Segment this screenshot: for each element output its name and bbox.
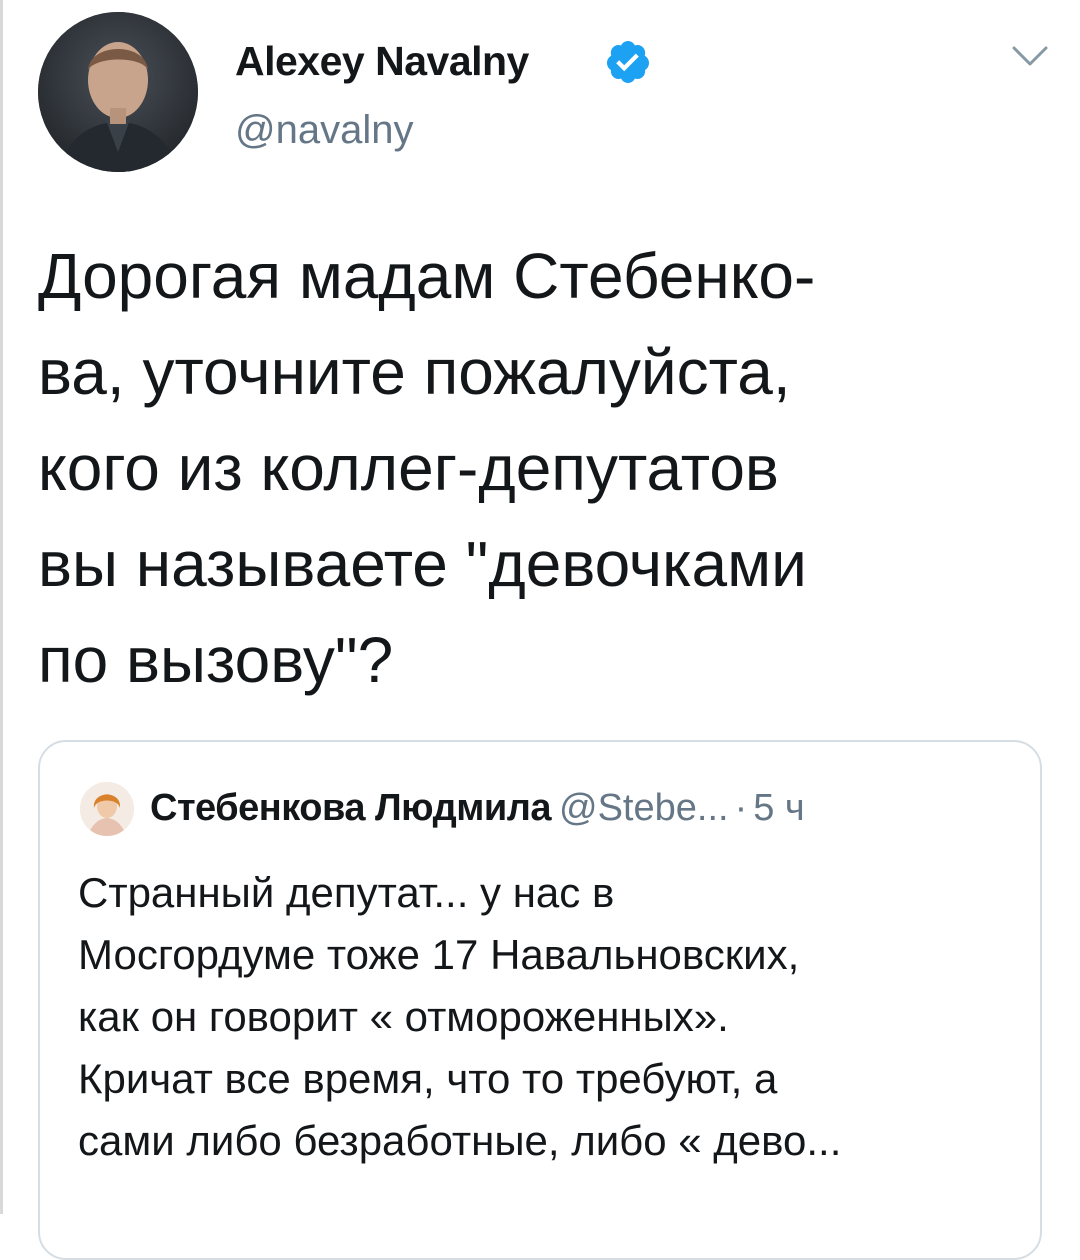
quoted-text-line: сами либо безработные, либо « дево... [78, 1117, 842, 1164]
quoted-timestamp[interactable]: 5 ч [753, 787, 805, 829]
quoted-text-line: Странный депутат... у нас в [78, 869, 615, 916]
tweet-text-line: Дорогая мадам Стебенко- [38, 240, 816, 312]
verified-badge-icon [606, 41, 649, 83]
tweet-text-line: кого из коллег-депутатов [38, 432, 779, 504]
quoted-avatar-image [80, 782, 134, 836]
quoted-tweet-text: Странный депутат... у нас в Мосгордуме т… [78, 862, 1018, 1172]
tweet-text-line: по вызову"? [38, 624, 394, 696]
separator-dot: · [734, 787, 748, 829]
quoted-tweet-card[interactable]: Стебенкова Людмила @Stebe... · 5 ч Странный… [38, 740, 1042, 1260]
quoted-text-line: Мосгордуме тоже 17 Навальновских, [78, 931, 800, 978]
avatar-image [38, 12, 198, 172]
chevron-down-icon[interactable] [1010, 44, 1050, 68]
quoted-text-line: как он говорит « отмороженных». [78, 993, 729, 1040]
tweet-text-line: вы называете "девочками [38, 528, 807, 600]
quoted-tweet-header: Стебенкова Людмила @Stebe... · 5 ч [150, 782, 805, 834]
author-avatar[interactable] [38, 12, 198, 172]
tweet-text-line: ва, уточните пожалуйста, [38, 336, 791, 408]
quoted-author-avatar[interactable] [80, 782, 134, 836]
tweet-text: Дорогая мадам Стебенко- ва, уточните пож… [38, 228, 1048, 708]
author-handle[interactable]: @navalny [235, 108, 413, 153]
author-name[interactable]: Alexey Navalny [235, 38, 529, 85]
quoted-author-handle[interactable]: @Stebe... [559, 787, 729, 829]
quoted-author-name[interactable]: Стебенкова Людмила [150, 787, 552, 829]
window-edge [0, 0, 3, 1214]
quoted-text-line: Кричат все время, что то требуют, а [78, 1055, 778, 1102]
